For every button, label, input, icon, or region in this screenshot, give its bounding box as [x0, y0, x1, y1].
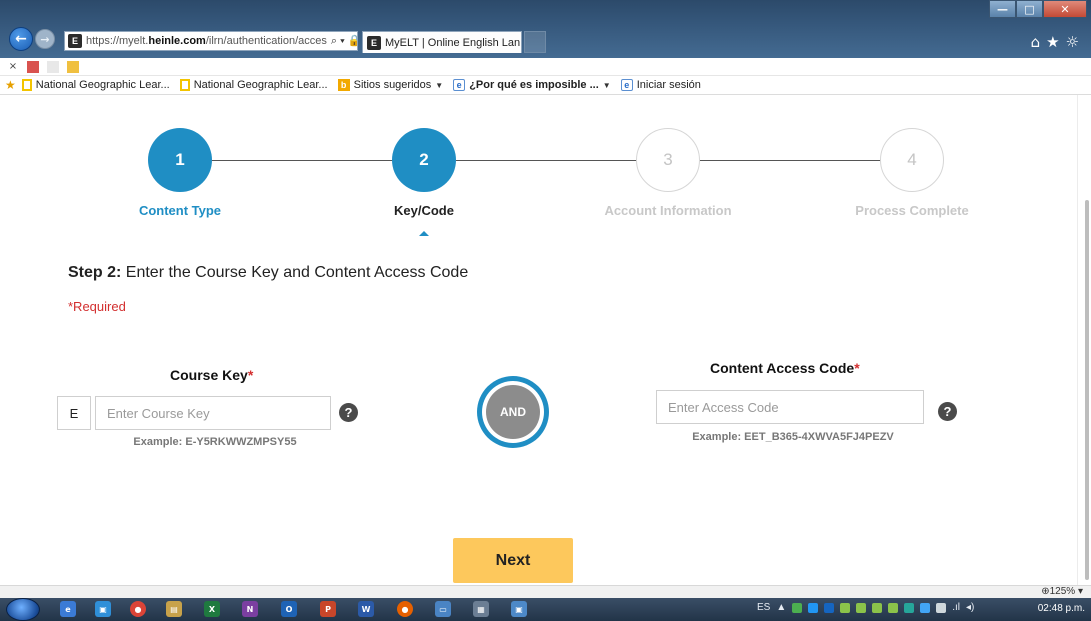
maximize-button[interactable]: □ [1016, 0, 1043, 18]
tab-title: MyELT | Online English Lan... [385, 36, 522, 49]
course-key-title: Course Key* [170, 367, 254, 383]
explorer-taskbar-icon[interactable]: ▤ [166, 601, 182, 617]
word-taskbar-icon[interactable]: W [358, 601, 374, 617]
window-taskbar-icon[interactable]: ▭ [435, 601, 451, 617]
tray-app-icon[interactable] [904, 602, 915, 613]
signal-icon[interactable]: .ıl [952, 602, 960, 613]
new-tab-button[interactable] [524, 31, 546, 53]
current-step-caret-icon [419, 231, 429, 236]
url-text: https://myelt.heinle.com/ilrn/authentica… [86, 35, 327, 47]
step-1-label: Content Type [138, 203, 222, 218]
close-bar-icon[interactable]: × [7, 61, 19, 73]
favorite-por-que[interactable]: e ¿Por qué es imposible ... ▼ [453, 79, 611, 91]
scrollbar-thumb[interactable] [1085, 200, 1089, 580]
zoom-level[interactable]: ⊕125% ▾ [1041, 586, 1083, 597]
tray-app-icon[interactable] [856, 602, 867, 613]
page-title: Step 2: Enter the Course Key and Content… [68, 264, 469, 281]
stepper-connector [212, 160, 393, 161]
chevron-down-icon: ▼ [602, 80, 611, 90]
access-code-input[interactable] [656, 390, 924, 424]
browser-titlebar: ← → E https://myelt.heinle.com/ilrn/auth… [0, 0, 1091, 58]
tray-app-icon[interactable] [792, 602, 803, 613]
site-favicon-icon: E [68, 34, 82, 48]
ie-page-icon: e [453, 79, 466, 91]
minimize-button[interactable]: — [989, 0, 1016, 18]
system-tray: ES ▲ .ıl ◂) [757, 602, 974, 613]
favorite-iniciar-sesion[interactable]: e Iniciar sesión [620, 79, 701, 91]
favorite-ng-2[interactable]: National Geographic Lear... [179, 79, 328, 91]
address-bar-actions-icon[interactable]: ⌕ ▾ 🔒 ↻ [326, 34, 357, 48]
national-geographic-icon [179, 79, 190, 91]
chrome-taskbar-icon[interactable]: ● [130, 601, 146, 617]
step-4-label: Process Complete [855, 203, 969, 218]
ie-taskbar-icon[interactable]: e [60, 601, 76, 617]
access-code-title: Content Access Code* [710, 360, 860, 376]
back-button[interactable]: ← [9, 27, 33, 51]
addon-pdf-icon[interactable] [27, 60, 39, 73]
arrow-right-icon: → [40, 32, 50, 46]
arrow-left-icon: ← [15, 31, 27, 47]
addon-dropdown-icon[interactable] [67, 60, 79, 73]
access-code-example: Example: EET_B365-4XWVA5FJ4PEZV [692, 431, 894, 443]
and-label: AND [486, 385, 540, 439]
forward-button[interactable]: → [35, 29, 55, 49]
presentation-taskbar-icon[interactable]: ▦ [473, 601, 489, 617]
start-button-icon[interactable] [6, 598, 40, 621]
next-button[interactable]: Next [453, 538, 573, 583]
status-bar: ⊕125% ▾ [0, 585, 1091, 598]
tray-app-icon[interactable] [808, 602, 819, 613]
windows-taskbar: e ▣ ● ▤ X N O P W ● ▭ ▦ ▣ ES ▲ .ıl ◂) 02… [0, 598, 1091, 621]
tray-app-icon[interactable] [936, 602, 947, 613]
command-bar: × [0, 58, 1091, 76]
volume-icon[interactable]: ◂) [966, 602, 974, 613]
address-bar[interactable]: E https://myelt.heinle.com/ilrn/authenti… [64, 31, 358, 51]
tab-myelt[interactable]: E MyELT | Online English Lan... × [362, 31, 522, 53]
course-key-example: Example: E-Y5RKWWZMPSY55 [133, 436, 297, 448]
addon-tool-icon[interactable] [47, 60, 59, 73]
required-note: *Required [68, 299, 126, 314]
excel-taskbar-icon[interactable]: X [204, 601, 220, 617]
chevron-down-icon: ▼ [435, 80, 444, 90]
tray-app-icon[interactable] [872, 602, 883, 613]
app2-taskbar-icon[interactable]: ▣ [511, 601, 527, 617]
step-3-label: Account Information [604, 203, 732, 218]
outlook-taskbar-icon[interactable]: O [281, 601, 297, 617]
step-2-label: Key/Code [394, 203, 454, 218]
tray-app-icon[interactable] [824, 602, 835, 613]
onenote-taskbar-icon[interactable]: N [242, 601, 258, 617]
powerpoint-taskbar-icon[interactable]: P [320, 601, 336, 617]
tray-app-icon[interactable] [888, 602, 899, 613]
course-key-prefix: E [57, 396, 91, 430]
bing-icon: b [337, 79, 350, 91]
window-controls: — □ ✕ [989, 0, 1087, 18]
course-key-help-icon[interactable]: ? [339, 403, 358, 422]
language-indicator[interactable]: ES [757, 602, 770, 613]
zoom-icon: ⊕ [1041, 586, 1050, 597]
course-key-input[interactable] [95, 396, 331, 430]
step-1-circle: 1 [148, 128, 212, 192]
and-badge: AND [477, 376, 549, 448]
step-4-circle: 4 [880, 128, 944, 192]
tray-app-icon[interactable] [840, 602, 851, 613]
ie-page-icon: e [620, 79, 633, 91]
app-taskbar-icon[interactable]: ▣ [95, 601, 111, 617]
national-geographic-icon [21, 79, 32, 91]
clock[interactable]: 02:48 p.m. [1038, 603, 1085, 614]
tray-expand-icon[interactable]: ▲ [776, 602, 786, 613]
firefox-taskbar-icon[interactable]: ● [397, 601, 413, 617]
favorites-star-icon[interactable]: ★ [5, 78, 16, 92]
and-badge-ring: AND [482, 381, 544, 443]
favorites-bar: ★ National Geographic Lear... National G… [0, 76, 1091, 95]
home-favorites-tools-icons[interactable]: ⌂★☼ [1031, 33, 1085, 51]
stepper-connector [456, 160, 637, 161]
step-2-circle: 2 [392, 128, 456, 192]
favorite-ng-1[interactable]: National Geographic Lear... [21, 79, 170, 91]
tray-app-icon[interactable] [920, 602, 931, 613]
tab-favicon-icon: E [367, 35, 381, 50]
close-window-button[interactable]: ✕ [1043, 0, 1087, 18]
access-code-help-icon[interactable]: ? [938, 402, 957, 421]
step-3-circle: 3 [636, 128, 700, 192]
favorite-suggested-sites[interactable]: b Sitios sugeridos ▼ [337, 79, 444, 91]
stepper-connector [700, 160, 881, 161]
